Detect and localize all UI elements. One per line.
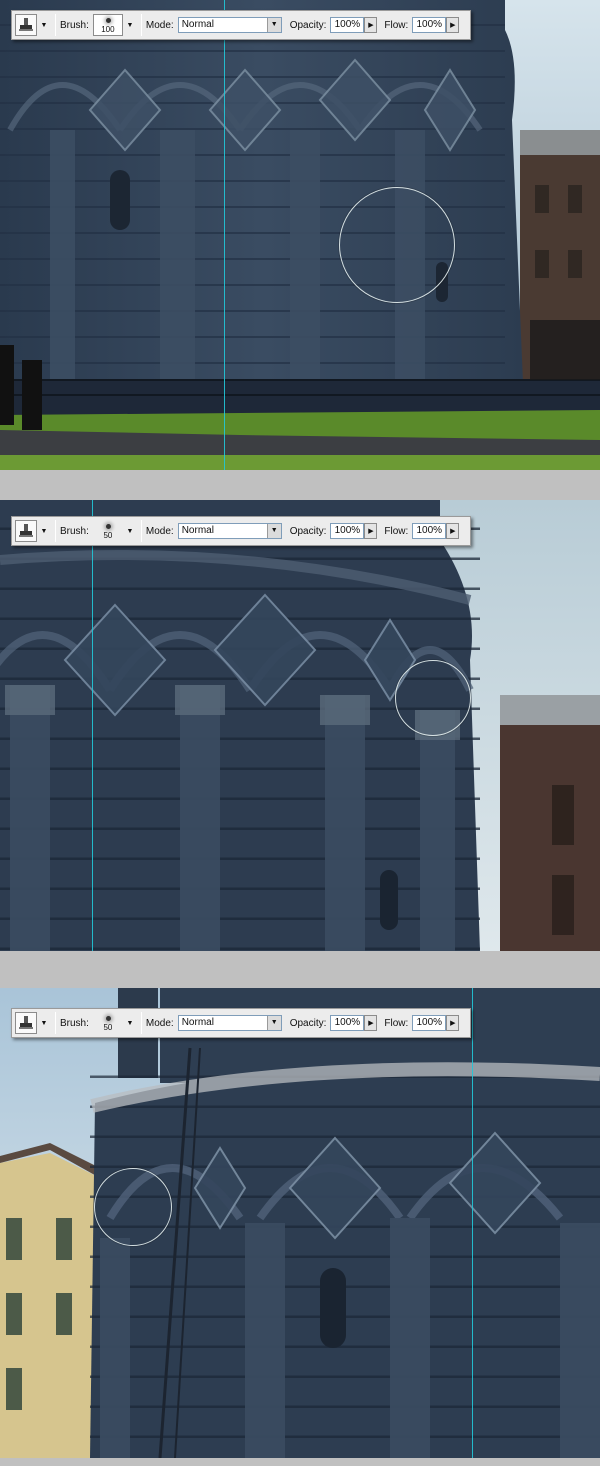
mode-label: Mode: [145,525,174,537]
flow-label: Flow: [384,525,409,537]
brush-label: Brush: [60,1017,89,1029]
brush-size: 50 [103,531,113,540]
mode-select[interactable]: Normal ▼ [177,1015,282,1031]
mode-value: Normal [181,1017,214,1028]
opacity-slider-button[interactable]: ▶ [364,523,378,539]
tower-photo-3 [0,988,600,1458]
mode-label: Mode: [145,19,174,31]
chevron-down-icon[interactable]: ▼ [123,14,137,36]
opacity-slider-button[interactable]: ▶ [364,1015,378,1031]
brush-tip-icon [105,18,111,23]
divider [55,520,56,542]
opacity-label: Opacity: [289,19,327,31]
options-bar: ▼ Brush: 50 ▼ Mode: Normal ▼ Opacity: 10… [11,516,471,546]
mode-value: Normal [181,525,214,536]
clone-stamp-icon[interactable] [15,1012,37,1034]
tool-preset-picker[interactable]: ▼ [15,14,51,36]
opacity-input[interactable]: 100% [330,17,365,33]
options-bar: ▼ Brush: 50 ▼ Mode: Normal ▼ Opacity: 10… [11,1008,471,1038]
opacity-label: Opacity: [289,1017,327,1029]
brush-picker[interactable]: 100 [92,14,123,36]
brush-size: 100 [101,25,115,34]
guide-line[interactable] [224,0,225,470]
brush-tip-icon [105,1016,111,1021]
divider [140,14,142,36]
guide-line[interactable] [92,500,93,951]
canvas-panel-1[interactable]: ▼ Brush: 100 ▼ Mode: Normal ▼ Opacity: 1… [0,0,600,470]
mode-select[interactable]: Normal ▼ [177,17,282,33]
tool-preset-picker[interactable]: ▼ [15,520,51,542]
opacity-slider-button[interactable]: ▶ [364,17,378,33]
brush-label: Brush: [60,19,89,31]
flow-slider-button[interactable]: ▶ [446,523,460,539]
chevron-down-icon[interactable]: ▼ [123,520,137,542]
brush-picker[interactable]: 50 [93,520,123,542]
mode-label: Mode: [145,1017,174,1029]
flow-label: Flow: [384,19,409,31]
clone-stamp-icon[interactable] [15,520,37,542]
divider [140,1012,142,1034]
clone-stamp-icon[interactable] [15,14,37,36]
chevron-down-icon[interactable]: ▼ [266,1016,281,1030]
guide-line[interactable] [472,988,473,1458]
brush-cursor [339,187,455,303]
brush-label: Brush: [60,525,89,537]
divider [55,1012,56,1034]
tool-preset-picker[interactable]: ▼ [15,1012,51,1034]
flow-input[interactable]: 100% [412,523,447,539]
flow-label: Flow: [384,1017,409,1029]
mode-value: Normal [181,19,214,30]
divider [55,14,56,36]
brush-tip-icon [105,524,111,529]
opacity-label: Opacity: [289,525,327,537]
brush-picker[interactable]: 50 [93,1012,123,1034]
brush-cursor [94,1168,172,1246]
chevron-down-icon[interactable]: ▼ [123,1012,137,1034]
brush-size: 50 [103,1023,113,1032]
chevron-down-icon[interactable]: ▼ [37,14,51,36]
flow-slider-button[interactable]: ▶ [446,1015,460,1031]
flow-slider-button[interactable]: ▶ [446,17,460,33]
flow-input[interactable]: 100% [412,1015,447,1031]
mode-select[interactable]: Normal ▼ [177,523,282,539]
chevron-down-icon[interactable]: ▼ [37,1012,51,1034]
tower-photo-2 [0,500,600,951]
canvas-panel-2[interactable]: ▼ Brush: 50 ▼ Mode: Normal ▼ Opacity: 10… [0,500,600,951]
chevron-down-icon[interactable]: ▼ [37,520,51,542]
brush-cursor [395,660,471,736]
flow-input[interactable]: 100% [412,17,447,33]
options-bar: ▼ Brush: 100 ▼ Mode: Normal ▼ Opacity: 1… [11,10,471,40]
tower-photo-1 [0,0,600,470]
canvas-panel-3[interactable]: ▼ Brush: 50 ▼ Mode: Normal ▼ Opacity: 10… [0,988,600,1458]
divider [140,520,142,542]
chevron-down-icon[interactable]: ▼ [266,18,281,32]
opacity-input[interactable]: 100% [330,1015,365,1031]
opacity-input[interactable]: 100% [330,523,365,539]
chevron-down-icon[interactable]: ▼ [266,524,281,538]
